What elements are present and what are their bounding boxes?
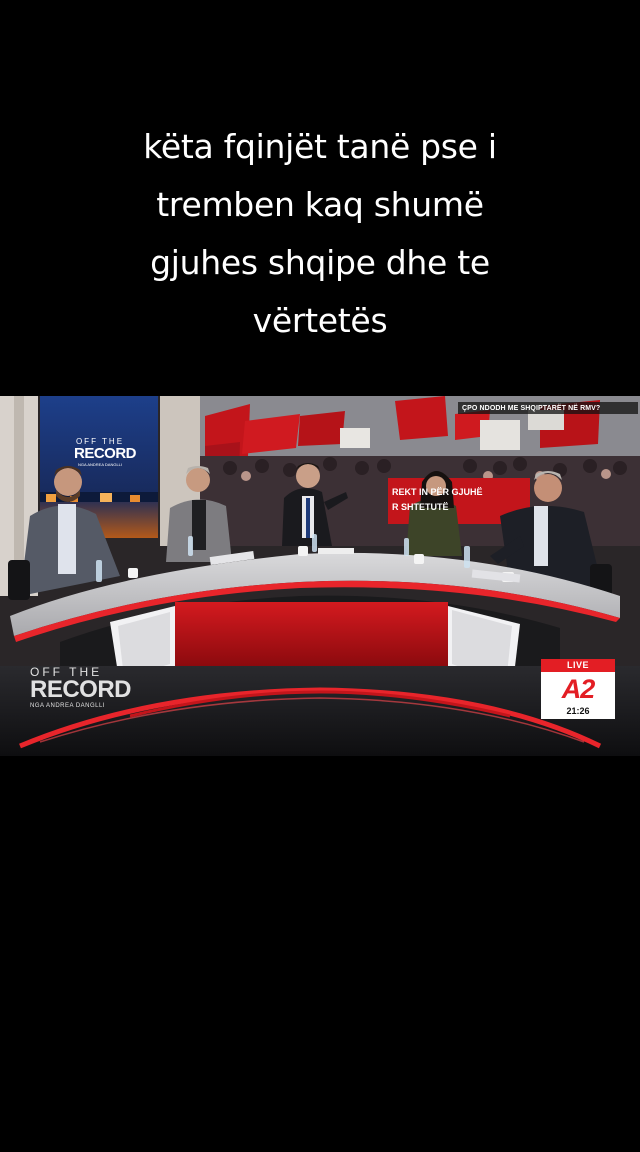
channel-bug: LIVE A2 21:26 [541, 659, 615, 719]
live-badge: LIVE [541, 659, 615, 672]
caption-line-3: gjuhes shqipe dhe te [150, 243, 490, 282]
studio-wall-title: OFF THE RECORD NGA ANDREA DANGLLI [74, 438, 137, 467]
caption-line-1: këta fqinjët tanë pse i [143, 127, 497, 166]
channel-logo: A2 21:26 [541, 672, 615, 719]
wall-title-sub: NGA ANDREA DANGLLI [77, 462, 122, 467]
show-logo-main: RECORD [30, 676, 132, 703]
protest-banner-text: REKT IN PËR GJUHË R SHTETUTË [392, 485, 530, 515]
banner-line-1: REKT IN PËR GJUHË [392, 487, 483, 497]
caption-line-2: tremben kaq shumë [156, 185, 484, 224]
broadcast-clock: 21:26 [566, 706, 590, 716]
video-post-screen: këta fqinjët tanë pse i tremben kaq shum… [0, 0, 640, 1152]
caption-line-4: vërtetës [252, 301, 388, 340]
show-logo: OFF THE RECORD NGA ANDREA DANGLLI [30, 666, 132, 709]
wall-title-main: RECORD [74, 445, 137, 462]
channel-name: A2 [561, 674, 596, 704]
post-caption: këta fqinjët tanë pse i tremben kaq shum… [40, 118, 600, 350]
banner-line-2: R SHTETUTË [392, 502, 449, 512]
show-logo-sub: NGA ANDREA DANGLLI [30, 703, 106, 709]
desk-red-panel [175, 602, 448, 666]
news-ticker: ÇPO NDODH ME SHQIPTARËT NË RMV? [462, 405, 601, 412]
